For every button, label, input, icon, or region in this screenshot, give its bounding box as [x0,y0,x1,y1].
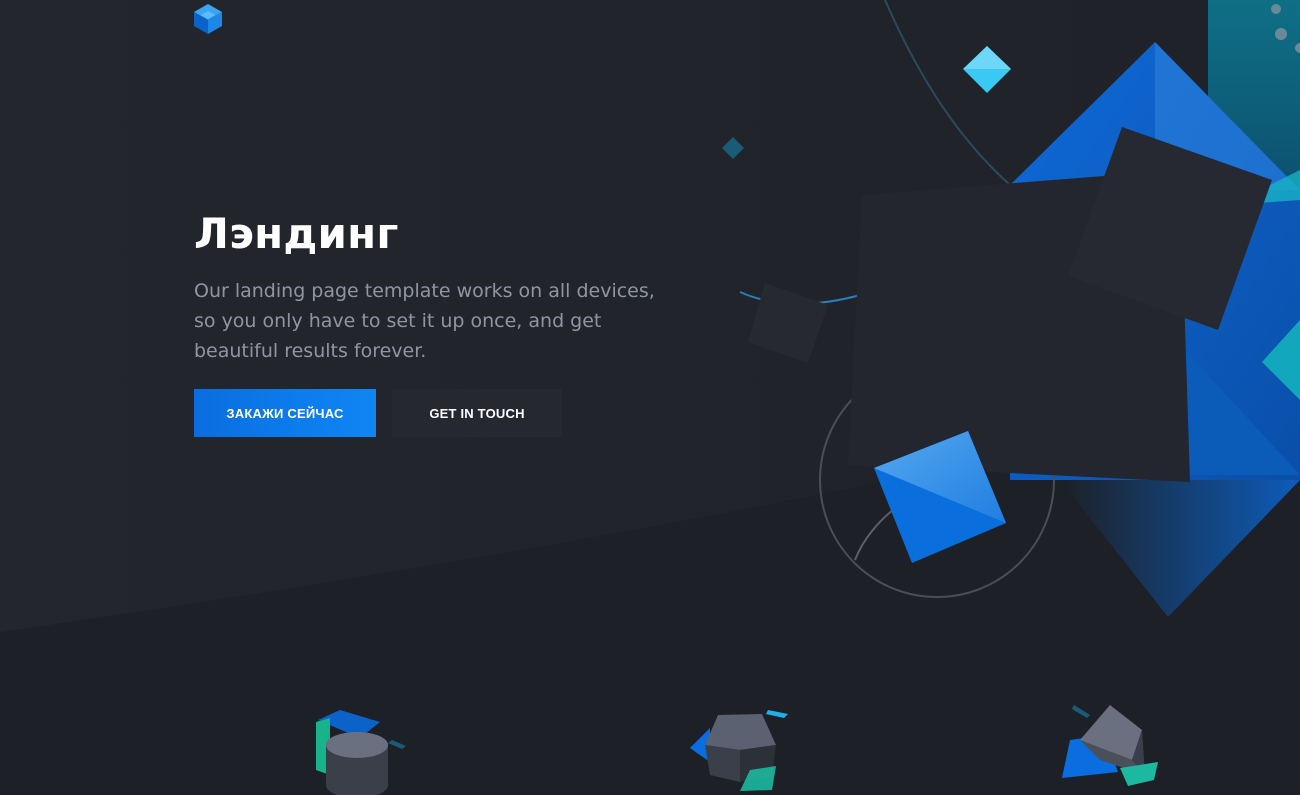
pyramid-feature-icon [1062,705,1158,786]
cylinder-feature-icon [316,710,406,795]
hero-section: Лэндинг Our landing page template works … [194,210,664,366]
hero-description: Our landing page template works on all d… [194,280,655,362]
hero-buttons: ЗАКАЖИ СЕЙЧАС GET IN TOUCH [194,389,562,437]
cube-logo-icon[interactable] [193,3,223,35]
hero-title: Лэндинг [194,209,399,258]
cube-feature-icon [690,710,788,791]
order-now-button[interactable]: ЗАКАЖИ СЕЙЧАС [194,389,376,437]
get-in-touch-button[interactable]: GET IN TOUCH [392,389,562,437]
